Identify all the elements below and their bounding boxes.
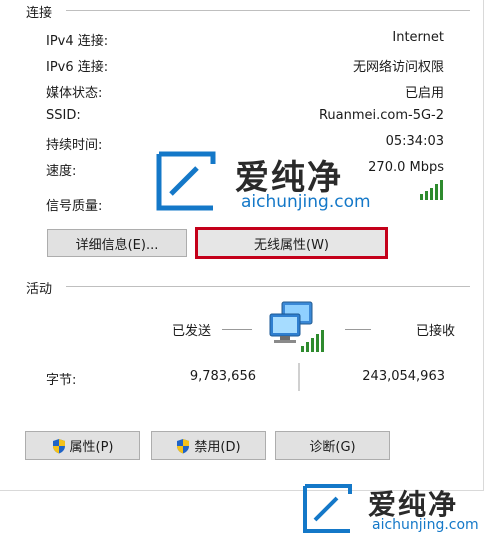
sent-dash [222,329,252,330]
activity-separator [298,363,300,391]
watermark-logo-icon [156,151,216,211]
ipv4-label: IPv4 连接: [46,34,109,49]
disable-button-label: 禁用(D) [194,440,241,455]
media-state-label: 媒体状态: [46,86,103,101]
media-state-value: 已启用 [404,86,444,101]
connection-divider [66,10,470,11]
diagnose-button[interactable]: 诊断(G) [275,431,390,460]
watermark-url: aichunjing.com [241,192,371,212]
signal-quality-label: 信号质量: [46,199,103,214]
speed-label: 速度: [46,164,77,179]
shield-icon [177,438,190,453]
bytes-received-value: 243,054,963 [362,369,445,384]
properties-button-label: 属性(P) [69,440,114,455]
network-computers-icon [269,301,324,352]
ipv6-label: IPv6 连接: [46,60,109,75]
shield-icon [52,438,65,453]
corner-watermark-url: aichunjing.com [372,517,479,533]
duration-value: 05:34:03 [385,134,444,149]
ipv6-value: 无网络访问权限 [352,60,444,75]
received-dash [345,329,371,330]
ssid-value: Ruanmei.com-5G-2 [318,108,444,123]
wifi-status-dialog: 连接 IPv4 连接: Internet IPv6 连接: 无网络访问权限 媒体… [0,0,484,491]
watermark-logo-icon [303,484,352,533]
speed-value: 270.0 Mbps [368,160,444,175]
details-button[interactable]: 详细信息(E)... [47,229,187,257]
duration-label: 持续时间: [46,138,103,153]
wireless-properties-button[interactable]: 无线属性(W) [195,227,388,259]
received-label: 已接收 [416,324,456,339]
bytes-sent-value: 9,783,656 [189,369,256,384]
activity-section-title: 活动 [26,282,53,297]
signal-bars-icon [420,180,443,200]
ipv4-value: Internet [392,30,444,45]
sent-label: 已发送 [172,324,212,339]
properties-button[interactable]: 属性(P) [25,431,140,460]
ssid-label: SSID: [46,108,81,123]
disable-button[interactable]: 禁用(D) [151,431,266,460]
bytes-label: 字节: [46,373,77,388]
activity-divider [66,286,470,287]
connection-section-title: 连接 [26,6,53,21]
